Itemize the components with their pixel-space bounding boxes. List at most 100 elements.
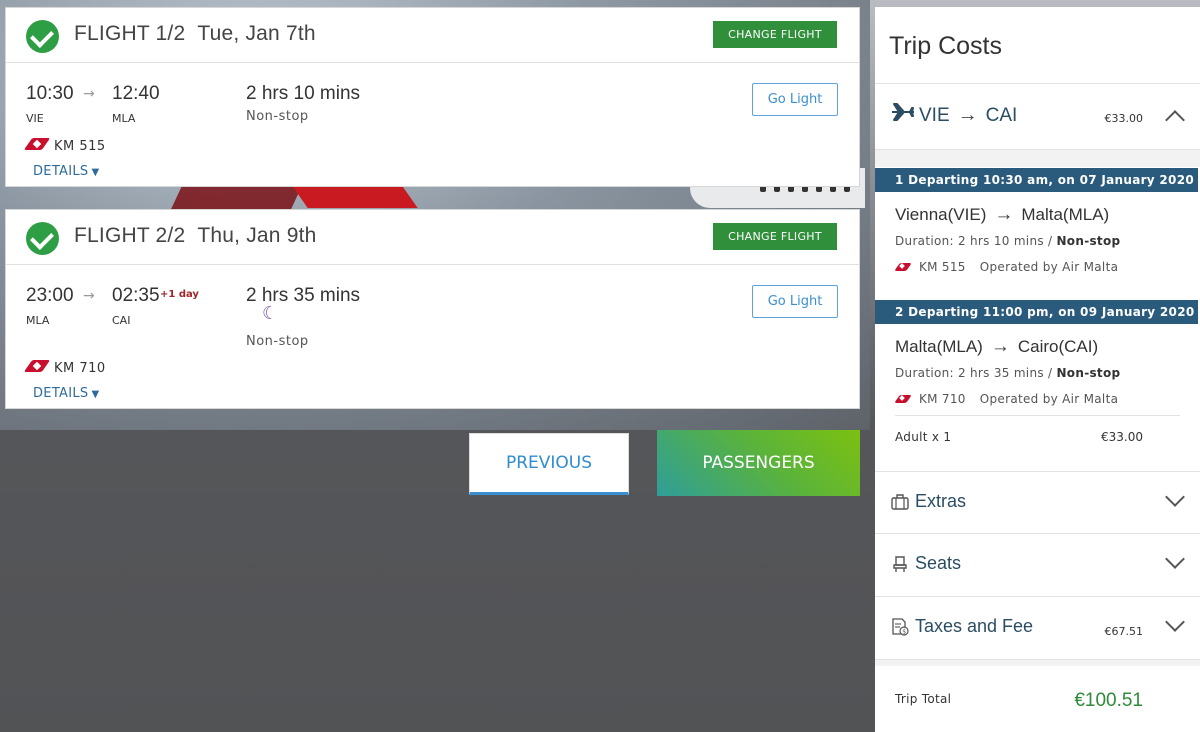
route-from: VIE <box>919 105 950 126</box>
chevron-down-icon <box>1165 549 1185 569</box>
arrow-right-icon: → <box>957 104 978 126</box>
details-toggle[interactable]: DETAILS ▼ <box>33 386 99 401</box>
passengers-button[interactable]: PASSENGERS <box>657 430 860 496</box>
flight-card-1: FLIGHT 1/2 Tue, Jan 7th CHANGE FLIGHT 10… <box>5 7 860 187</box>
leg-stops: Non-stop <box>1056 366 1121 380</box>
trip-costs-title: Trip Costs <box>889 32 1002 60</box>
arrive-code: CAI <box>112 314 131 327</box>
airline-flight: KM 710 <box>26 358 106 376</box>
flight-card-2: FLIGHT 2/2 Thu, Jan 9th CHANGE FLIGHT 23… <box>5 209 860 409</box>
divider <box>875 83 1200 84</box>
leg-2-duration: Duration: 2 hrs 35 mins / Non-stop <box>895 366 1120 380</box>
passenger-label: Adult x 1 <box>895 430 952 444</box>
route-to: CAI <box>985 105 1018 126</box>
leg-1-duration: Duration: 2 hrs 10 mins / Non-stop <box>895 234 1120 248</box>
taxes-toggle[interactable]: $ Taxes and Fee €67.51 <box>875 597 1200 659</box>
leg-2-header: 2 Departing 11:00 pm, on 09 January 2020 <box>875 300 1198 324</box>
air-malta-logo-icon <box>895 393 909 405</box>
arrow-right-icon: → <box>994 204 1014 225</box>
chevron-up-icon <box>1165 110 1185 130</box>
leg-operator-text: Operated by Air Malta <box>979 392 1119 406</box>
luggage-icon <box>891 494 909 510</box>
leg-1-route: Vienna(VIE) → Malta(MLA) <box>895 204 1109 226</box>
depart-time: 10:30 <box>26 83 74 104</box>
leg-2-operator: KM 710 Operated by Air Malta <box>895 392 1118 406</box>
leg-2-route: Malta(MLA) → Cairo(CAI) <box>895 336 1098 358</box>
flight-number-label: FLIGHT 2/2 <box>74 224 186 247</box>
air-malta-logo-icon <box>26 136 46 152</box>
flight-code: KM 515 <box>54 139 106 154</box>
leg-to: Malta(MLA) <box>1021 205 1110 224</box>
details-label: DETAILS <box>33 164 89 179</box>
extras-label: Extras <box>915 491 967 511</box>
depart-code: MLA <box>26 314 50 327</box>
depart-code: VIE <box>26 112 44 125</box>
leg-duration-text: Duration: 2 hrs 35 mins / <box>895 366 1057 380</box>
overnight-moon-icon: ☾ <box>262 303 279 324</box>
chevron-down-icon <box>1165 487 1185 507</box>
leg-stops: Non-stop <box>1056 234 1121 248</box>
stops-label: Non-stop <box>246 334 309 349</box>
leg-operator-text: Operated by Air Malta <box>979 260 1119 274</box>
change-flight-button[interactable]: CHANGE FLIGHT <box>713 223 837 250</box>
flight-title: FLIGHT 1/2 Tue, Jan 7th <box>74 22 316 46</box>
leg-flight-code: KM 710 <box>919 392 966 406</box>
plus-day-badge: +1 day <box>160 289 199 300</box>
depart-time: 23:00 <box>26 285 74 306</box>
leg-1-header: 1 Departing 10:30 am, on 07 January 2020 <box>875 168 1198 192</box>
svg-text:$: $ <box>902 628 906 635</box>
check-icon <box>26 222 59 255</box>
spacer <box>875 660 1200 666</box>
chevron-down-icon <box>1165 612 1185 632</box>
arrow-right-icon: → <box>83 86 95 102</box>
seat-icon <box>893 556 907 572</box>
extras-toggle[interactable]: Extras <box>875 472 1200 534</box>
divider <box>895 415 1180 416</box>
arrive-code: MLA <box>112 112 136 125</box>
receipt-icon: $ <box>892 618 909 636</box>
flight-code: KM 710 <box>54 361 106 376</box>
fare-go-light-button[interactable]: Go Light <box>752 83 838 116</box>
flight-duration: 2 hrs 10 mins <box>246 83 361 104</box>
flight-card-header: FLIGHT 1/2 Tue, Jan 7th CHANGE FLIGHT <box>6 8 859 63</box>
check-icon <box>26 20 59 53</box>
route-price: €33.00 <box>1104 112 1144 125</box>
arrow-right-icon: → <box>990 336 1010 357</box>
leg-from: Vienna(VIE) <box>895 205 987 224</box>
details-toggle[interactable]: DETAILS ▼ <box>33 164 99 179</box>
trip-total-label: Trip Total <box>895 692 952 706</box>
flight-date: Tue, Jan 7th <box>197 22 316 45</box>
taxes-label: Taxes and Fee <box>915 616 1034 636</box>
route-summary-toggle[interactable]: VIE → CAI €33.00 <box>875 85 1200 149</box>
leg-flight-code: KM 515 <box>919 260 966 274</box>
trip-total-value: €100.51 <box>1074 690 1143 711</box>
previous-button[interactable]: PREVIOUS <box>469 433 629 495</box>
caret-down-icon: ▼ <box>91 167 100 178</box>
air-malta-logo-icon <box>895 261 909 273</box>
air-malta-logo-icon <box>26 358 46 374</box>
fare-go-light-button[interactable]: Go Light <box>752 285 838 318</box>
seats-toggle[interactable]: Seats <box>875 534 1200 596</box>
airline-flight: KM 515 <box>26 136 106 154</box>
leg-duration-text: Duration: 2 hrs 10 mins / <box>895 234 1057 248</box>
flight-date: Thu, Jan 9th <box>197 224 317 247</box>
route-text: VIE → CAI <box>919 104 1017 127</box>
details-label: DETAILS <box>33 386 89 401</box>
background-aircraft-tail <box>292 186 418 208</box>
flight-title: FLIGHT 2/2 Thu, Jan 9th <box>74 224 317 248</box>
trip-costs-panel: Trip Costs VIE → CAI €33.00 1 Departing 10… <box>875 7 1200 732</box>
taxes-price: €67.51 <box>1104 625 1144 638</box>
leg-to: Cairo(CAI) <box>1017 337 1099 356</box>
spacer <box>875 150 1200 167</box>
stops-label: Non-stop <box>246 109 309 124</box>
leg-1-operator: KM 515 Operated by Air Malta <box>895 260 1118 274</box>
plane-icon <box>892 103 914 121</box>
flight-number-label: FLIGHT 1/2 <box>74 22 186 45</box>
arrow-right-icon: → <box>83 288 95 304</box>
seats-label: Seats <box>915 553 962 573</box>
change-flight-button[interactable]: CHANGE FLIGHT <box>713 21 837 48</box>
passenger-price: €33.00 <box>1101 430 1143 444</box>
caret-down-icon: ▼ <box>91 389 100 400</box>
arrive-time: 12:40 <box>112 83 160 104</box>
arrive-time: 02:35 <box>112 285 160 306</box>
